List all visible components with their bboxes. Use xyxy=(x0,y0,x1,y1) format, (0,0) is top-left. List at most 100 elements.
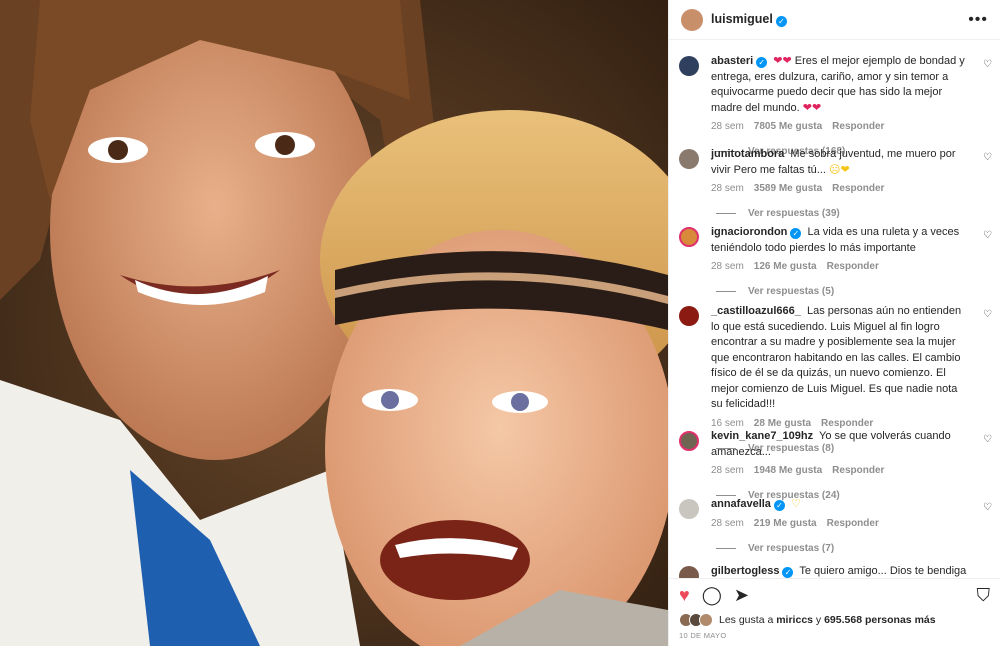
comment-text: _castilloazul666_ Las personas aún no en… xyxy=(711,304,970,413)
comment-time: 28 sem xyxy=(711,517,744,529)
comment-text: abasteri ✓ ❤❤ Eres el mejor ejemplo de bo… xyxy=(711,54,970,116)
view-replies-button[interactable]: Ver respuestas (7) xyxy=(716,543,992,554)
likes-count[interactable]: 695.568 personas más xyxy=(824,614,936,626)
commenter-avatar[interactable] xyxy=(679,149,699,169)
likes-text: Les gusta a miriccs y 695.568 personas m… xyxy=(719,614,936,626)
reply-button[interactable]: Responder xyxy=(821,418,873,429)
commenter-username[interactable]: annafavella ✓ xyxy=(711,498,785,511)
author-username[interactable]: luismiguel ✓ xyxy=(711,12,787,27)
comment-item: ignaciorondon ✓ La vida es una ruleta y a… xyxy=(679,225,992,297)
reply-button[interactable]: Responder xyxy=(832,465,884,476)
sad-face-emoji-icon: ☹❤ xyxy=(829,163,850,176)
comment-likes-count[interactable]: 28 Me gusta xyxy=(754,418,811,429)
view-replies-label[interactable]: Ver respuestas (5) xyxy=(748,286,834,297)
commenter-username[interactable]: junitotambora xyxy=(711,148,784,160)
comment-item: kevin_kane7_109hz Yo se que volverás cua… xyxy=(679,429,992,501)
commenter-username[interactable]: ignaciorondon ✓ xyxy=(711,226,802,239)
replies-divider xyxy=(716,495,736,496)
post-photo-image xyxy=(0,0,668,646)
heart-emoji-icon: ❤❤ xyxy=(773,55,792,67)
post-header: luismiguel ✓ ••• xyxy=(669,0,1000,40)
post-actions-bar: ♥ ◯ ➤ ⛉ xyxy=(669,579,1000,611)
save-bookmark-icon[interactable]: ⛉ xyxy=(977,586,991,604)
yellow-heart-emoji-icon: ♡ xyxy=(790,498,801,510)
commenter-avatar[interactable] xyxy=(679,499,699,519)
commenter-username[interactable]: _castilloazul666_ xyxy=(711,305,801,317)
commenter-avatar[interactable] xyxy=(679,227,699,247)
comment-item: annafavella ✓ ♡ ♡ 28 sem 219 Me gusta Res… xyxy=(679,497,992,554)
view-replies-button[interactable]: Ver respuestas (39) xyxy=(716,208,992,219)
post-date[interactable]: 10 DE MAYO xyxy=(669,629,1000,642)
post-photo[interactable] xyxy=(0,0,668,646)
commenter-avatar[interactable] xyxy=(679,56,699,76)
comment-meta: 28 sem 1948 Me gusta Responder xyxy=(711,465,992,476)
comment-time: 28 sem xyxy=(711,261,744,272)
replies-divider xyxy=(716,291,736,292)
heart-emoji-icon: ❤❤ xyxy=(802,101,822,114)
commenter-avatar[interactable] xyxy=(679,306,699,326)
view-replies-button[interactable]: Ver respuestas (5) xyxy=(716,286,992,297)
post-side-panel: luismiguel ✓ ••• abasteri ✓ ❤❤ Eres el mej… xyxy=(668,0,1000,646)
liker-avatars xyxy=(679,613,713,627)
view-replies-label[interactable]: Ver respuestas (39) xyxy=(748,208,840,219)
verified-badge-icon: ✓ xyxy=(775,16,787,27)
likes-summary[interactable]: Les gusta a miriccs y 695.568 personas m… xyxy=(669,611,1000,629)
author-username-text[interactable]: luismiguel xyxy=(711,12,773,26)
share-send-icon[interactable]: ➤ xyxy=(734,586,749,604)
comment-message: Te quiero amigo... Dios te bendiga xyxy=(799,565,967,577)
comment-likes-count[interactable]: 1948 Me gusta xyxy=(754,465,822,476)
author-avatar[interactable] xyxy=(681,8,703,31)
view-replies-label[interactable]: Ver respuestas (7) xyxy=(748,543,834,554)
comments-list[interactable]: abasteri ✓ ❤❤ Eres el mejor ejemplo de bo… xyxy=(669,41,1000,578)
comment-bubble-icon[interactable]: ◯ xyxy=(702,586,722,604)
comment-likes-count[interactable]: 7805 Me gusta xyxy=(754,121,822,132)
reply-button[interactable]: Responder xyxy=(827,518,879,529)
commenter-username[interactable]: kevin_kane7_109hz xyxy=(711,430,813,442)
comment-like-icon[interactable]: ♡ xyxy=(983,434,992,445)
comment-meta: 28 sem 126 Me gusta Responder xyxy=(711,261,992,272)
replies-divider xyxy=(716,213,736,214)
verified-badge-icon: ✓ xyxy=(782,567,794,578)
comment-item: gilbertogless ✓ Te quiero amigo... Dios t… xyxy=(679,564,992,578)
comment-item: abasteri ✓ ❤❤ Eres el mejor ejemplo de bo… xyxy=(679,54,992,157)
comment-like-icon[interactable]: ♡ xyxy=(983,59,992,70)
comment-text: junitotambora Me sobra juventud, me muer… xyxy=(711,147,970,178)
comment-item: junitotambora Me sobra juventud, me muer… xyxy=(679,147,992,219)
comment-time: 28 sem xyxy=(711,121,744,132)
liker-avatar xyxy=(699,613,713,627)
comment-likes-count[interactable]: 126 Me gusta xyxy=(754,261,817,272)
comment-text: ignaciorondon ✓ La vida es una ruleta y a… xyxy=(711,225,970,256)
commenter-avatar[interactable] xyxy=(679,431,699,451)
comment-meta: 16 sem 28 Me gusta Responder xyxy=(711,418,992,429)
commenter-avatar[interactable] xyxy=(679,566,699,578)
comment-text: annafavella ✓ ♡ xyxy=(711,497,970,513)
more-options-icon[interactable]: ••• xyxy=(968,11,988,29)
replies-divider xyxy=(716,547,736,549)
comment-time: 28 sem xyxy=(711,465,744,476)
verified-badge-icon: ✓ xyxy=(790,228,802,239)
comment-message: Las personas aún no entienden lo que est… xyxy=(711,305,962,410)
reply-button[interactable]: Responder xyxy=(827,261,879,272)
commenter-username[interactable]: abasteri ✓ xyxy=(711,55,768,68)
comment-likes-count[interactable]: 219 Me gusta xyxy=(754,518,817,529)
comment-likes-count[interactable]: 3589 Me gusta xyxy=(754,183,822,194)
commenter-username[interactable]: gilbertogless ✓ xyxy=(711,565,794,578)
comment-like-icon[interactable]: ♡ xyxy=(983,152,992,163)
verified-badge-icon: ✓ xyxy=(773,500,785,511)
reply-button[interactable]: Responder xyxy=(832,183,884,194)
comment-like-icon[interactable]: ♡ xyxy=(983,502,992,513)
liker-username[interactable]: miriccs xyxy=(776,614,813,626)
comment-time: 16 sem xyxy=(711,417,744,429)
comment-time: 28 sem xyxy=(711,183,744,194)
comment-text: gilbertogless ✓ Te quiero amigo... Dios t… xyxy=(711,564,970,578)
comment-meta: 28 sem 219 Me gusta Responder xyxy=(711,518,992,529)
verified-badge-icon: ✓ xyxy=(756,57,768,68)
comment-text: kevin_kane7_109hz Yo se que volverás cua… xyxy=(711,429,970,460)
comment-meta: 28 sem 3589 Me gusta Responder xyxy=(711,183,992,194)
like-heart-icon[interactable]: ♥ xyxy=(679,586,690,604)
reply-button[interactable]: Responder xyxy=(832,121,884,132)
comment-like-icon[interactable]: ♡ xyxy=(983,230,992,241)
comment-like-icon[interactable]: ♡ xyxy=(983,309,992,320)
likes-conjunction: y xyxy=(815,614,822,626)
comment-meta: 28 sem 7805 Me gusta Responder xyxy=(711,121,992,132)
